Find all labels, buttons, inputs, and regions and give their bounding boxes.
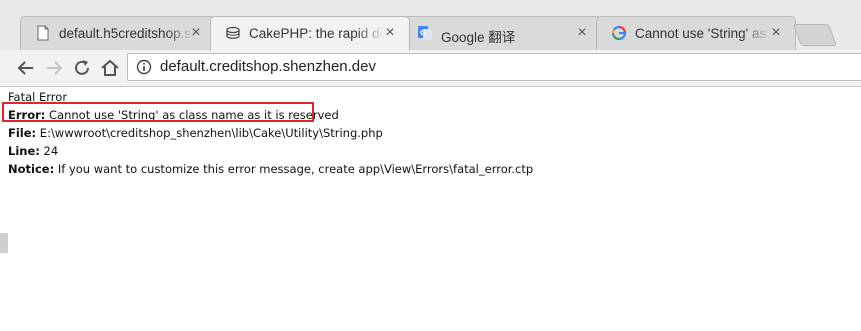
window-edge xyxy=(0,0,6,50)
google-icon xyxy=(611,25,627,41)
toolbar: default.creditshop.shenzhen.dev xyxy=(0,50,861,87)
notice-line: Notice: If you want to customize this er… xyxy=(8,160,533,178)
tab-title: CakePHP: the rapid dev xyxy=(249,26,384,41)
address-bar[interactable]: default.creditshop.shenzhen.dev xyxy=(127,53,861,81)
line-line: Line: 24 xyxy=(8,142,533,160)
tab-cannot-use-string[interactable]: Cannot use 'String' as c × xyxy=(596,16,796,50)
tab-title: default.h5creditshop.sh xyxy=(59,26,194,41)
close-tab-icon[interactable]: × xyxy=(381,24,399,42)
close-tab-icon[interactable]: × xyxy=(767,24,785,42)
tab-cakephp[interactable]: CakePHP: the rapid dev × xyxy=(210,16,410,51)
url-text: default.creditshop.shenzhen.dev xyxy=(160,58,376,75)
tab-google-translate[interactable]: G Google 翻译 × xyxy=(402,16,602,50)
close-tab-icon[interactable]: × xyxy=(573,24,591,42)
page-icon xyxy=(37,25,49,41)
cakephp-icon xyxy=(226,26,240,39)
reload-icon[interactable] xyxy=(70,56,94,80)
line-label: Line: xyxy=(8,144,40,158)
tab-title: Cannot use 'String' as c xyxy=(635,26,770,41)
file-line: File: E:\wwwroot\creditshop_shenzhen\lib… xyxy=(8,124,533,142)
tab-strip: default.h5creditshop.sh × CakePHP: the r… xyxy=(0,0,861,51)
back-arrow-icon[interactable] xyxy=(14,56,38,80)
line-text: 24 xyxy=(43,144,59,158)
tab-title: Google 翻译 xyxy=(441,26,576,46)
highlight-annotation xyxy=(2,102,314,122)
info-icon[interactable] xyxy=(136,59,152,75)
notice-text: If you want to customize this error mess… xyxy=(57,162,534,176)
window-edge xyxy=(0,233,8,253)
close-tab-icon[interactable]: × xyxy=(187,24,205,42)
svg-text:G: G xyxy=(420,29,426,37)
page-content: Fatal Error Error: Cannot use 'String' a… xyxy=(0,87,861,331)
tab-default-h5creditshop[interactable]: default.h5creditshop.sh × xyxy=(20,16,216,50)
file-label: File: xyxy=(8,126,37,140)
home-icon[interactable] xyxy=(98,56,122,80)
new-tab-button[interactable] xyxy=(792,24,838,46)
forward-arrow-icon[interactable] xyxy=(42,56,66,80)
google-translate-icon: G xyxy=(418,26,432,40)
notice-label: Notice: xyxy=(8,162,55,176)
file-text: E:\wwwroot\creditshop_shenzhen\lib\Cake\… xyxy=(39,126,383,140)
